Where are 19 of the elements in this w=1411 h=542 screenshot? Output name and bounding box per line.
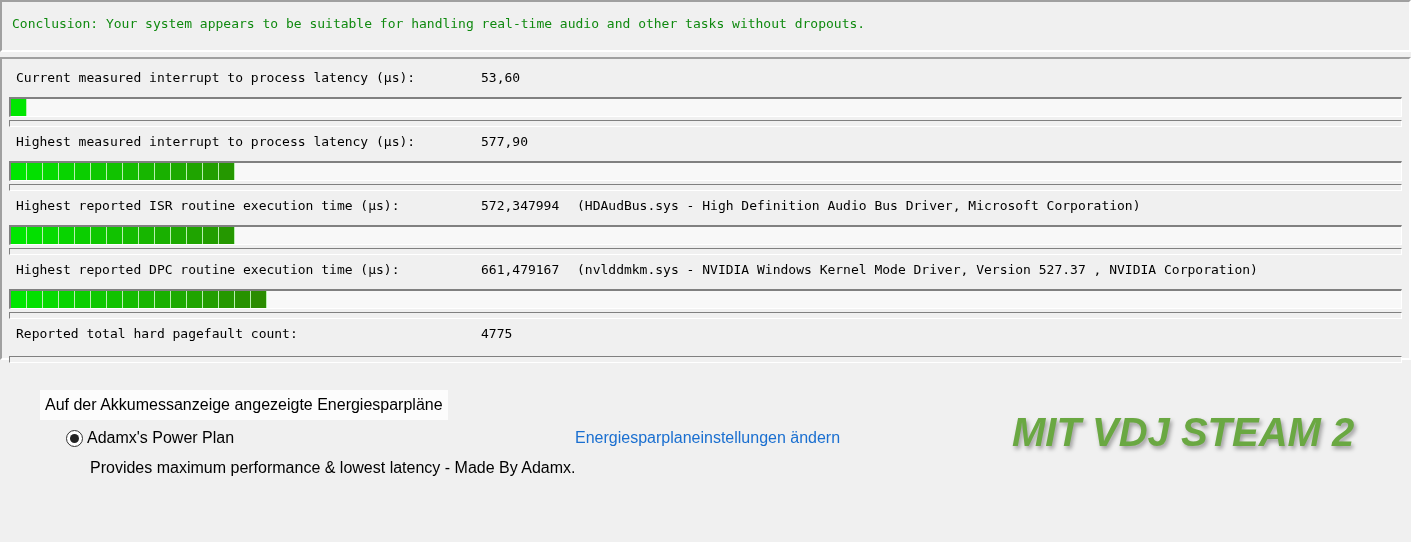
plan-description: Provides maximum performance & lowest latency - Made By Adamx. [89, 458, 577, 478]
measurement-label: Highest measured interrupt to process latency (µs): [16, 133, 417, 152]
measurement-value: 661,479167 [481, 261, 561, 280]
measurement-label: Highest reported ISR routine execution time (µs): [16, 197, 401, 216]
measurement-value: 4775 [481, 325, 514, 344]
measurement-value: 577,90 [481, 133, 529, 152]
measurement-value: 572,347994 [481, 197, 561, 216]
overlay-caption: MIT VDJ STEAM 2 [1012, 409, 1355, 456]
radio-button[interactable] [66, 429, 83, 447]
conclusion-text: Conclusion: Your system appears to be suitable for handling real-time audio and other tasks without dropouts. [12, 16, 866, 31]
measurement-label: Highest reported DPC routine execution time (µs): [16, 261, 401, 280]
section-heading: Auf der Akkumessanzeige angezeigte Energiesparpläne [40, 390, 448, 420]
plan-settings-link[interactable]: Energiesparplaneinstellungen ändern [575, 426, 841, 450]
plan-name: Adamx's Power Plan [87, 428, 236, 448]
driver-detail: (HDAudBus.sys - High Definition Audio Bus Driver, Microsoft Corporation) [577, 197, 1141, 216]
driver-detail: (nvlddmkm.sys - NVIDIA Windows Kernel Mode Driver, Version 527.37 , NVIDIA Corporation) [577, 261, 1258, 280]
measurement-label: Reported total hard pagefault count: [16, 325, 299, 344]
measurement-value: 53,60 [481, 69, 522, 88]
measurement-label: Current measured interrupt to process latency (µs): [16, 69, 417, 88]
